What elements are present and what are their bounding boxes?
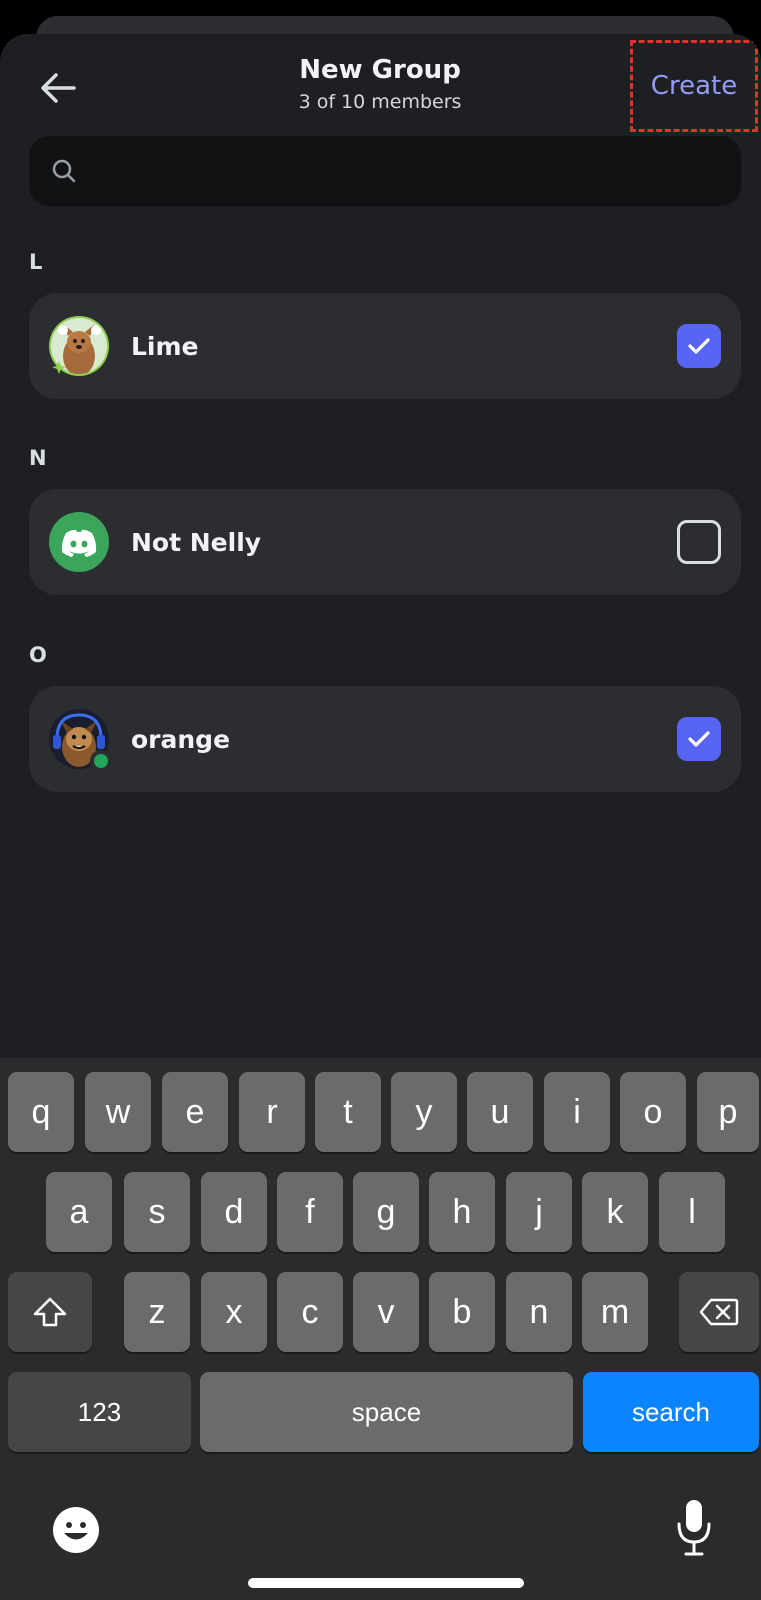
backspace-icon — [699, 1298, 739, 1326]
key-f[interactable]: f — [277, 1172, 343, 1252]
key-v[interactable]: v — [353, 1272, 419, 1352]
numbers-key[interactable]: 123 — [8, 1372, 191, 1452]
key-s[interactable]: s — [124, 1172, 190, 1252]
space-key[interactable]: space — [200, 1372, 573, 1452]
key-e[interactable]: e — [162, 1072, 228, 1152]
section-header-o: O — [29, 643, 47, 667]
header-title-group: New Group 3 of 10 members — [180, 54, 580, 116]
shift-key[interactable] — [8, 1272, 92, 1352]
member-count: 3 of 10 members — [298, 91, 462, 113]
key-u[interactable]: u — [467, 1072, 533, 1152]
dictation-button[interactable] — [674, 1498, 714, 1558]
key-l[interactable]: l — [659, 1172, 725, 1252]
select-checkbox[interactable] — [677, 324, 721, 368]
key-p[interactable]: p — [697, 1072, 759, 1152]
page-title: New Group — [299, 55, 461, 85]
key-d[interactable]: d — [201, 1172, 267, 1252]
select-checkbox[interactable] — [677, 717, 721, 761]
key-h[interactable]: h — [429, 1172, 495, 1252]
section-header-l: L — [29, 250, 43, 274]
key-k[interactable]: k — [582, 1172, 648, 1252]
search-input[interactable] — [91, 151, 711, 191]
avatar — [49, 512, 109, 572]
key-r[interactable]: r — [239, 1072, 305, 1152]
emoji-button[interactable] — [52, 1506, 100, 1554]
section-header-n: N — [29, 446, 47, 470]
key-n[interactable]: n — [506, 1272, 572, 1352]
key-a[interactable]: a — [46, 1172, 112, 1252]
list-item-name: orange — [131, 724, 231, 754]
create-button[interactable]: Create — [630, 40, 758, 132]
key-m[interactable]: m — [582, 1272, 648, 1352]
key-i[interactable]: i — [544, 1072, 610, 1152]
key-j[interactable]: j — [506, 1172, 572, 1252]
key-y[interactable]: y — [391, 1072, 457, 1152]
home-indicator — [248, 1578, 524, 1588]
list-item-orange[interactable]: orange — [29, 686, 741, 792]
key-c[interactable]: c — [277, 1272, 343, 1352]
key-o[interactable]: o — [620, 1072, 686, 1152]
list-item-not-nelly[interactable]: Not Nelly — [29, 489, 741, 595]
key-w[interactable]: w — [85, 1072, 151, 1152]
list-item-name: Lime — [131, 331, 199, 361]
online-status-icon — [90, 750, 112, 772]
search-bar[interactable] — [29, 136, 741, 206]
backspace-key[interactable] — [679, 1272, 759, 1352]
check-icon — [688, 338, 710, 354]
avatar — [49, 709, 112, 772]
search-key[interactable]: search — [583, 1372, 759, 1452]
select-checkbox[interactable] — [677, 520, 721, 564]
microphone-icon — [677, 1500, 711, 1556]
key-g[interactable]: g — [353, 1172, 419, 1252]
onscreen-keyboard: q w e r t y u i o p a s d f g h j k l z … — [0, 1058, 761, 1600]
key-t[interactable]: t — [315, 1072, 381, 1152]
list-item-lime[interactable]: Lime — [29, 293, 741, 399]
key-q[interactable]: q — [8, 1072, 74, 1152]
key-b[interactable]: b — [429, 1272, 495, 1352]
shift-arrow-icon — [33, 1297, 67, 1327]
back-button[interactable] — [30, 60, 86, 116]
arrow-left-icon — [41, 73, 76, 103]
create-button-label: Create — [650, 71, 738, 101]
key-x[interactable]: x — [201, 1272, 267, 1352]
emoji-icon — [53, 1507, 99, 1553]
header: New Group 3 of 10 members Create — [0, 34, 761, 134]
list-item-name: Not Nelly — [131, 527, 262, 557]
search-icon — [52, 159, 76, 183]
avatar — [49, 316, 109, 376]
check-icon — [688, 731, 710, 747]
discord-logo-icon — [61, 529, 97, 557]
key-z[interactable]: z — [124, 1272, 190, 1352]
